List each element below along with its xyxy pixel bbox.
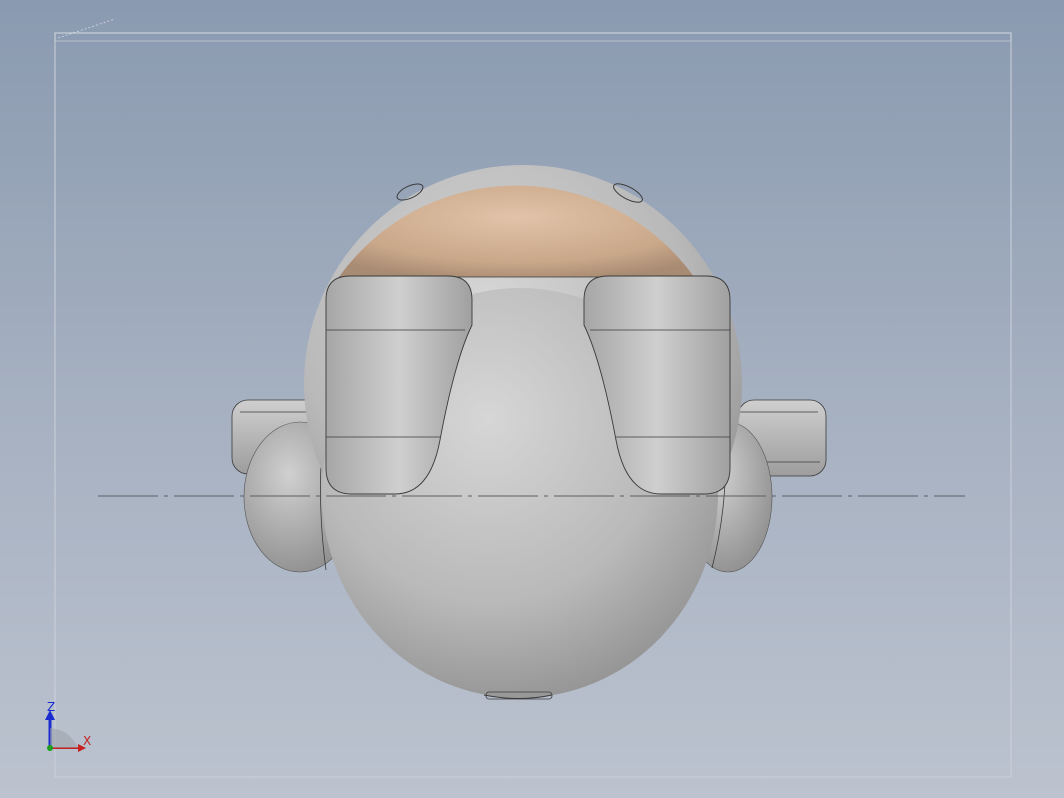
x-axis-label: X [83, 734, 91, 748]
view-orientation-triad[interactable]: Z X [45, 700, 91, 752]
z-axis-label: Z [47, 700, 55, 714]
cad-graphics-viewport[interactable]: Z X [0, 0, 1064, 798]
